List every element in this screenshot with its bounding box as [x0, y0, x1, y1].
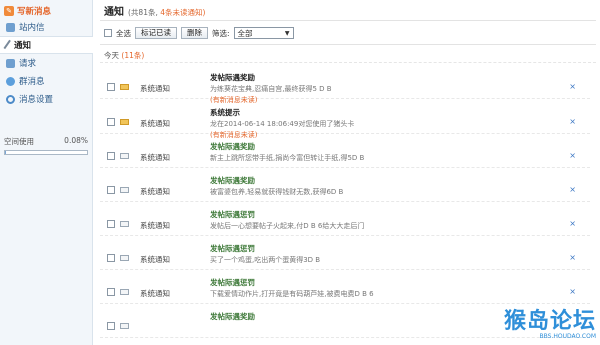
- close-icon[interactable]: ×: [569, 287, 576, 296]
- sidebar-item-label: 通知: [14, 41, 32, 51]
- space-usage-bar: [4, 150, 88, 155]
- notification-type: 系统通知: [140, 255, 170, 264]
- filter-value: 全部: [237, 28, 253, 38]
- notification-desc: 新主上跳所您带手纸,捐尚今富但转让手纸,得5D B: [210, 154, 365, 162]
- space-usage-value: 0.08%: [64, 136, 88, 145]
- notification-subject[interactable]: 发帖际遇奖励: [210, 311, 255, 322]
- notification-type: 系统通知: [140, 187, 170, 196]
- notification-row[interactable]: 系统通知 发帖际遇奖励被富婆包养,轻易就获得钱财无数,获得6D B ×: [100, 168, 590, 202]
- close-icon[interactable]: ×: [569, 219, 576, 228]
- sidebar-item-label: 消息设置: [19, 95, 54, 105]
- envelope-icon: [120, 119, 129, 125]
- notification-subject[interactable]: 发帖际遇惩罚: [210, 243, 255, 254]
- divider: [100, 44, 596, 45]
- compose-icon: ✎: [4, 5, 14, 16]
- envelope-icon: [120, 187, 129, 193]
- notification-desc: 龙在2014-06-14 18:06:49对您使用了猪头卡: [210, 120, 355, 128]
- notification-type: 系统通知: [140, 289, 170, 298]
- notification-desc: 买了一个鸡蛋,吃出两个蛋黄得3D B: [210, 256, 321, 264]
- notification-subject[interactable]: 发帖际遇奖励: [210, 175, 255, 186]
- toolbar: 全选 标记已读 删除 筛选: 全部 ▼: [104, 27, 294, 39]
- date-group-label: 今天: [104, 51, 119, 60]
- sidebar-item-message-settings[interactable]: 消息设置: [0, 90, 92, 108]
- main-panel: 通知 (共81条, 4条未读通知) 全选 标记已读 删除 筛选: 全部 ▼ 今天…: [94, 0, 600, 345]
- filter-label: 筛选:: [212, 28, 230, 38]
- close-icon[interactable]: ×: [569, 117, 576, 126]
- group-icon: [6, 76, 15, 86]
- notification-subject[interactable]: 发帖际遇奖励: [210, 72, 255, 83]
- chevron-down-icon: ▼: [284, 29, 290, 37]
- sidebar-item-group-messages[interactable]: 群消息: [0, 72, 92, 90]
- watermark-title: 猴岛论坛: [503, 309, 596, 334]
- close-icon[interactable]: ×: [569, 82, 576, 91]
- watermark-logo: 猴岛论坛 BBS.HOUDAO.COM: [504, 303, 596, 340]
- notification-row[interactable]: 系统通知 发帖际遇惩罚买了一个鸡蛋,吃出两个蛋黄得3D B ×: [100, 236, 590, 270]
- envelope-icon: [120, 84, 129, 90]
- space-usage: 空间使用 0.08%: [4, 136, 88, 155]
- page-title: 通知: [104, 7, 124, 18]
- notification-desc: 被富婆包养,轻易就获得钱财无数,获得6D B: [210, 188, 344, 196]
- notification-type: 系统通知: [140, 153, 170, 162]
- compose-label: 写新消息: [17, 6, 52, 17]
- notification-subject[interactable]: 发帖际遇奖励: [210, 141, 255, 152]
- row-checkbox[interactable]: [107, 186, 115, 194]
- mark-read-button[interactable]: 标记已读: [135, 27, 177, 39]
- pen-icon: [3, 39, 13, 51]
- date-group-header: 今天 (11条): [104, 50, 144, 61]
- row-checkbox[interactable]: [107, 118, 115, 126]
- notification-type: 系统通知: [140, 119, 170, 128]
- sidebar: ✎ 写新消息 站内信 通知 请求 群消息 消息设置 空间使用 0.08%: [0, 0, 93, 345]
- row-checkbox[interactable]: [107, 220, 115, 228]
- envelope-icon: [120, 255, 129, 261]
- total-count-text: (共81条,: [128, 8, 158, 17]
- notification-desc: 发帖后一心想要帖子火起来,付D B 6给大大走后门: [210, 222, 365, 230]
- notification-row[interactable]: 系统通知 发帖际遇奖励 为练葵花宝典,忍痛自宫,最终获得5 D B (有新消息未读) ×: [100, 65, 590, 104]
- notification-type: 系统通知: [140, 221, 170, 230]
- row-checkbox[interactable]: [107, 83, 115, 91]
- notification-subject[interactable]: 发帖际遇惩罚: [210, 277, 255, 288]
- gear-icon: [6, 94, 15, 104]
- row-checkbox[interactable]: [107, 152, 115, 160]
- page-header: 通知 (共81条, 4条未读通知): [104, 3, 205, 18]
- space-usage-label: 空间使用: [4, 137, 34, 146]
- close-icon[interactable]: ×: [569, 253, 576, 262]
- notification-subject[interactable]: 系统提示: [210, 107, 240, 118]
- sidebar-item-label: 请求: [19, 59, 37, 69]
- message-icon: [6, 22, 15, 32]
- divider: [100, 62, 596, 63]
- sidebar-item-requests[interactable]: 请求: [0, 54, 92, 72]
- envelope-icon: [120, 289, 129, 295]
- notification-subject[interactable]: 发帖际遇惩罚: [210, 209, 255, 220]
- request-icon: [6, 58, 15, 68]
- sidebar-item-label: 群消息: [19, 77, 45, 87]
- unread-count[interactable]: 4条未读通知): [160, 8, 205, 17]
- notification-type: 系统通知: [140, 84, 170, 93]
- sidebar-item-label: 站内信: [19, 23, 45, 33]
- total-count: (共81条, 4条未读通知): [128, 7, 205, 18]
- select-all-label: 全选: [116, 28, 131, 38]
- divider: [100, 20, 596, 21]
- notification-desc: 下载爱情动作片,打开竟是有码葫芦娃,被费电费D B 6: [210, 290, 374, 298]
- row-checkbox[interactable]: [107, 254, 115, 262]
- notification-row[interactable]: 系统通知 发帖际遇惩罚下载爱情动作片,打开竟是有码葫芦娃,被费电费D B 6 ×: [100, 270, 590, 304]
- sidebar-item-inbox[interactable]: 站内信: [0, 18, 92, 36]
- envelope-icon: [120, 323, 129, 329]
- notification-row[interactable]: 系统通知 发帖际遇奖励新主上跳所您带手纸,捐尚今富但转让手纸,得5D B ×: [100, 134, 590, 168]
- delete-button[interactable]: 删除: [181, 27, 208, 39]
- row-checkbox[interactable]: [107, 288, 115, 296]
- close-icon[interactable]: ×: [569, 151, 576, 160]
- filter-select[interactable]: 全部 ▼: [233, 27, 294, 39]
- compose-button[interactable]: ✎ 写新消息: [0, 0, 92, 18]
- date-group-count: (11条): [121, 51, 145, 60]
- envelope-icon: [120, 153, 129, 159]
- close-icon[interactable]: ×: [569, 185, 576, 194]
- notification-desc: 为练葵花宝典,忍痛自宫,最终获得5 D B: [210, 85, 332, 93]
- sidebar-item-notifications[interactable]: 通知: [0, 36, 93, 54]
- notification-row[interactable]: 系统通知 系统提示 龙在2014-06-14 18:06:49对您使用了猪头卡 (有新…: [100, 100, 590, 139]
- select-all-checkbox[interactable]: [104, 29, 112, 37]
- notification-row[interactable]: 系统通知 发帖际遇惩罚发帖后一心想要帖子火起来,付D B 6给大大走后门 ×: [100, 202, 590, 236]
- envelope-icon: [120, 221, 129, 227]
- row-checkbox[interactable]: [107, 322, 115, 330]
